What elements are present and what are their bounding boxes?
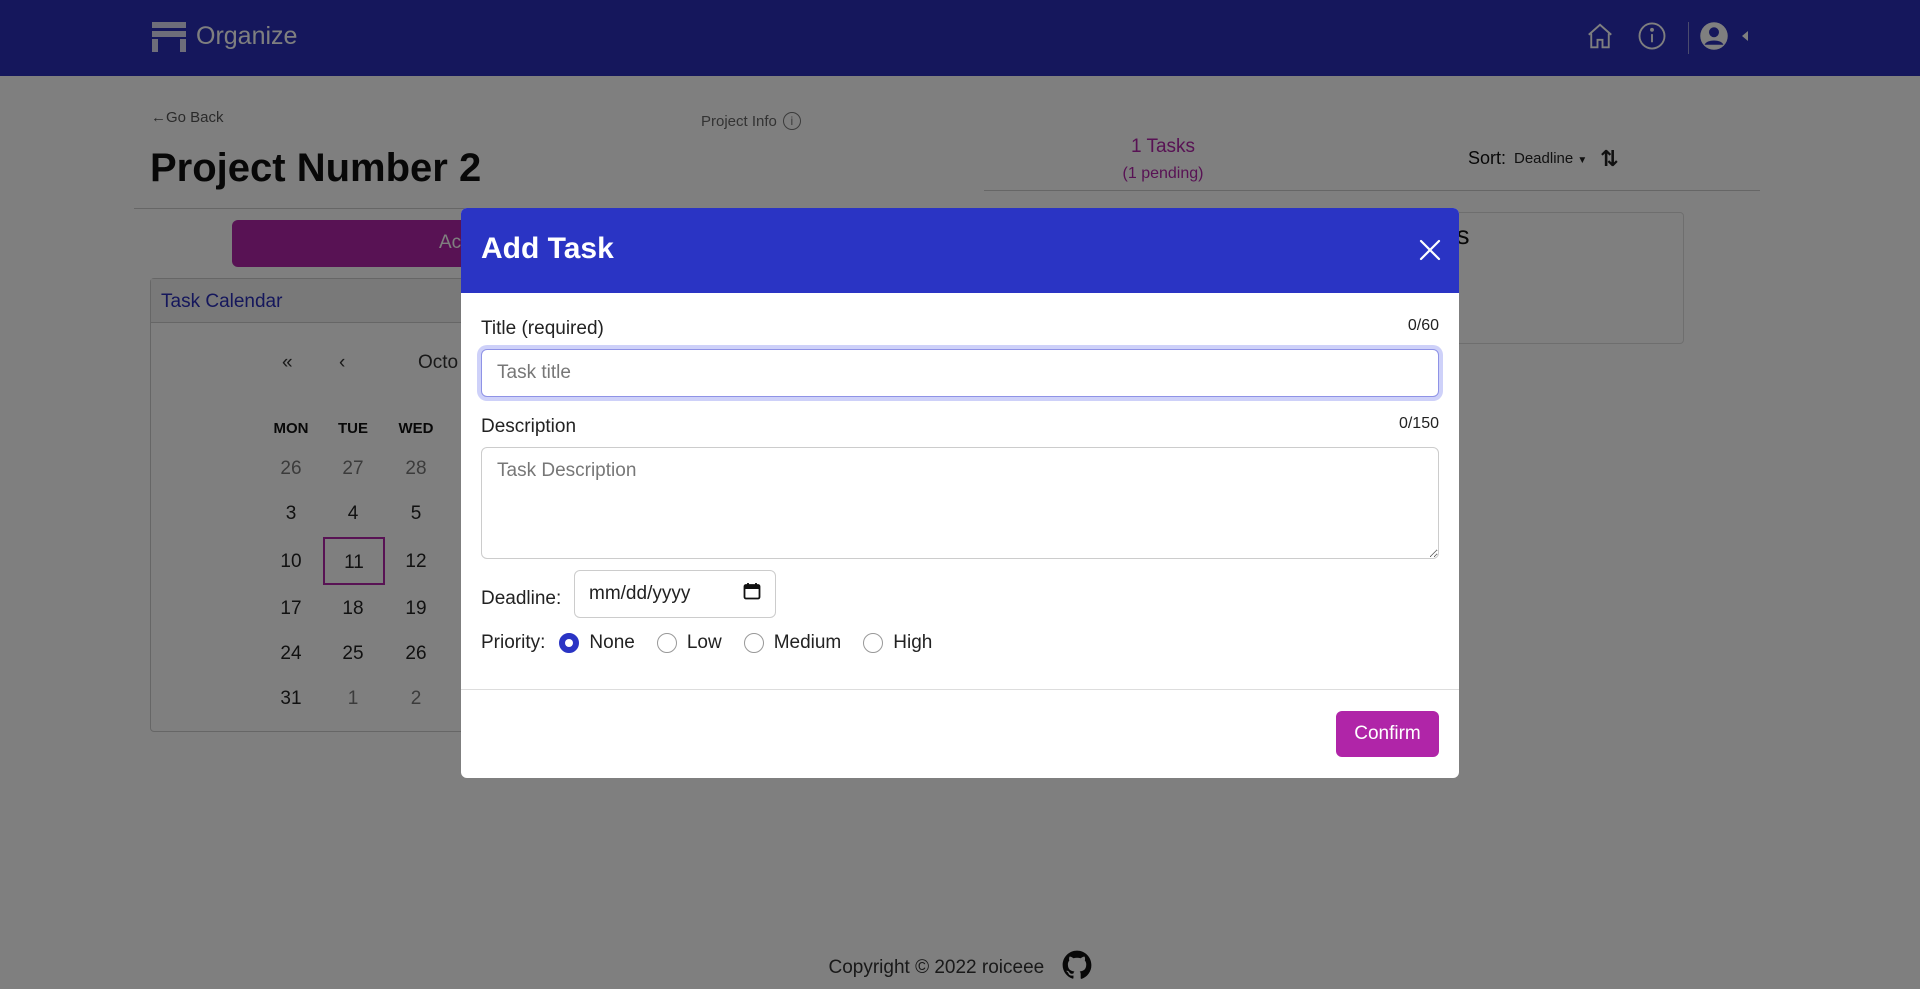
add-task-modal: Add Task Title (required) 0/60 Descripti… <box>461 208 1459 778</box>
task-title-input[interactable] <box>481 349 1439 397</box>
priority-label: Priority: <box>481 632 546 653</box>
title-label: Title (required) <box>481 318 604 339</box>
deadline-date-input[interactable]: mm/dd/yyyy <box>574 570 776 618</box>
priority-high-label: High <box>893 632 933 653</box>
close-icon[interactable] <box>1414 234 1446 266</box>
priority-group: Priority: None Low Medium High <box>481 632 940 654</box>
modal-footer-divider <box>461 689 1459 690</box>
confirm-button[interactable]: Confirm <box>1336 711 1439 757</box>
description-char-count: 0/150 <box>1398 415 1439 432</box>
description-label: Description <box>481 416 577 437</box>
calendar-icon[interactable] <box>743 582 761 606</box>
priority-none-radio[interactable] <box>559 633 580 653</box>
priority-medium-label: Medium <box>773 632 842 653</box>
priority-none-label: None <box>589 632 635 653</box>
modal-header: Add Task <box>461 208 1459 293</box>
priority-medium-radio[interactable] <box>743 633 764 653</box>
priority-low-label: Low <box>686 632 722 653</box>
modal-title: Add Task <box>481 232 614 265</box>
priority-low-radio[interactable] <box>656 633 677 653</box>
deadline-label: Deadline: <box>481 588 562 609</box>
task-description-input[interactable] <box>481 447 1439 559</box>
title-char-count: 0/60 <box>1407 317 1439 334</box>
priority-high-radio[interactable] <box>863 633 884 653</box>
